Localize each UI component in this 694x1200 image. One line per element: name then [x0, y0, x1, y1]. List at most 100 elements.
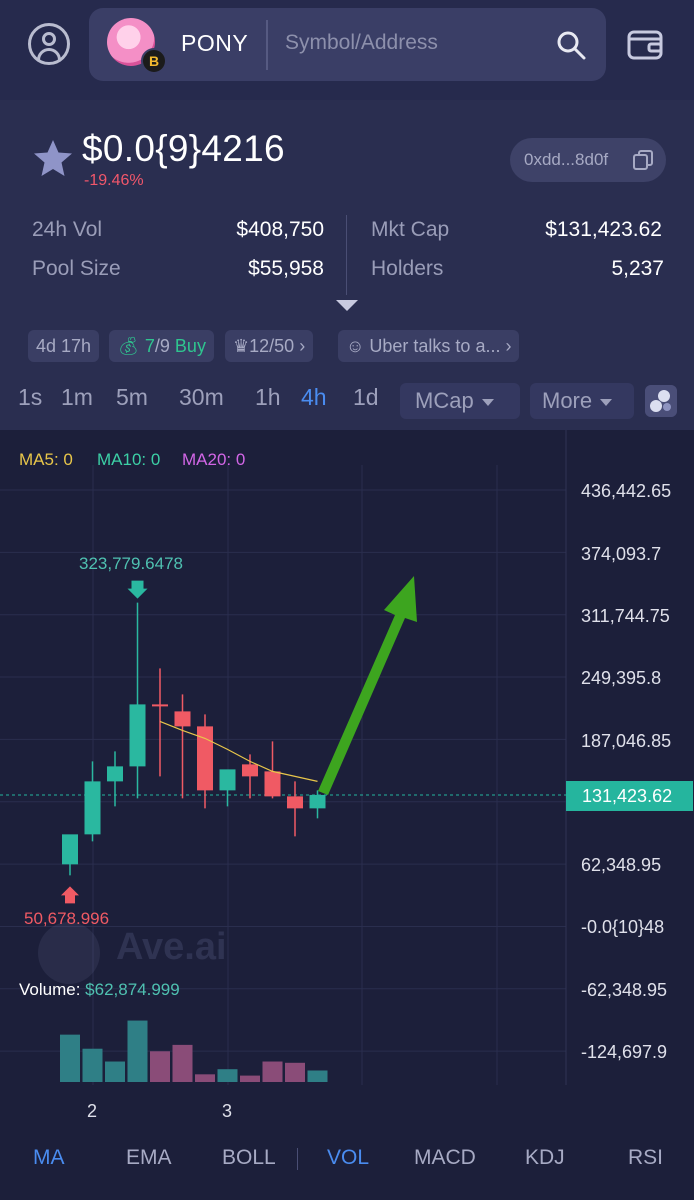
volume-bar [172, 1044, 193, 1082]
price-chart[interactable]: MA5: 0 MA10: 0 MA20: 0 Ave.ai Volume: $6… [0, 430, 694, 1130]
buy-label: Buy [174, 336, 206, 356]
buy-count: 7 [144, 336, 155, 356]
volume-value: $62,874.999 [85, 980, 180, 999]
search-icon[interactable] [556, 30, 586, 60]
y-axis-label: 187,046.85 [581, 731, 672, 751]
candle-body [287, 796, 303, 809]
y-axis-label: -124,697.9 [581, 1042, 668, 1062]
ma5-legend: MA5: 0 [19, 450, 73, 469]
y-axis-label: -0.0{10}48 [581, 917, 665, 937]
timeframe-1s[interactable]: 1s [18, 384, 42, 411]
mcap-dropdown[interactable]: MCap [400, 383, 520, 419]
timeframe-5m[interactable]: 5m [116, 384, 148, 411]
favorite-star-icon[interactable] [32, 138, 74, 178]
volume-label-text: Volume: [19, 980, 81, 999]
indicator-tab-boll[interactable]: BOLL [222, 1146, 276, 1170]
volume-legend: Volume: $62,874.999 [19, 980, 180, 1000]
token-age-tag[interactable]: 4d 17h [28, 330, 100, 362]
volume-bar [82, 1048, 103, 1082]
vol-value: $408,750 [236, 218, 324, 241]
token-search-bar[interactable]: B PONY [89, 8, 606, 81]
collapse-chevron-icon[interactable] [336, 300, 358, 311]
crown-icon: ♛ [233, 336, 250, 356]
caret-down-icon [600, 398, 613, 406]
ma5-line [159, 720, 318, 782]
volume-bar [285, 1062, 305, 1082]
chevron-right-icon: › [299, 336, 306, 356]
rank-value: 12/50 [249, 336, 295, 356]
timeframe-30m[interactable]: 30m [179, 384, 224, 411]
stats-divider [346, 215, 347, 295]
search-input[interactable] [285, 26, 535, 60]
indicator-tabs: MA EMA BOLL VOL MACD KDJ RSI [0, 1130, 694, 1200]
more-label: More [542, 388, 593, 413]
mcap-label: MCap [415, 388, 474, 413]
y-axis-label: 436,442.65 [581, 481, 672, 501]
indicator-tab-kdj[interactable]: KDJ [525, 1146, 565, 1170]
y-axis-label: 62,348.95 [581, 855, 662, 875]
timeframe-1h[interactable]: 1h [255, 384, 281, 411]
news-text: Uber talks to a... [369, 336, 501, 356]
volume-bar [105, 1061, 125, 1082]
current-price-tag: 131,423.62 [566, 781, 693, 811]
chevron-right-icon: › [505, 336, 512, 356]
candle-body [107, 766, 123, 782]
volume-bar [60, 1034, 80, 1082]
y-axis-label: 249,395.8 [581, 668, 662, 688]
bnb-chain-icon: B [141, 48, 167, 74]
min-price-label: 50,678.996 [24, 909, 110, 928]
timeframe-1d[interactable]: 1d [353, 384, 379, 411]
chart-canvas[interactable] [0, 430, 694, 1130]
y-axis-label: 311,744.75 [581, 606, 670, 626]
token-price: $0.0{9}4216 [82, 128, 285, 169]
search-divider [266, 20, 268, 70]
candle-body [264, 771, 281, 797]
candle-body [129, 704, 146, 767]
contract-address-pill[interactable]: 0xdd...8d0f [510, 138, 666, 182]
timeframe-1m[interactable]: 1m [61, 384, 93, 411]
watermark-text: Ave.ai [116, 926, 227, 968]
indicator-tab-ma[interactable]: MA [33, 1146, 65, 1170]
chart-settings-icon[interactable] [645, 385, 677, 417]
price-change: -19.46% [84, 172, 144, 189]
candle-body [242, 764, 258, 777]
max-price-arrow [127, 580, 148, 599]
candle-body [174, 711, 191, 727]
wallet-icon[interactable] [627, 28, 663, 60]
min-price-arrow [61, 886, 79, 904]
pool-size-value: $55,958 [248, 257, 324, 280]
money-bag-icon: 💰︎ [117, 336, 140, 356]
user-icon[interactable] [28, 23, 70, 65]
buy-total: /9 [154, 336, 170, 356]
token-symbol[interactable]: PONY [181, 30, 248, 57]
x-axis-label: 2 [87, 1101, 98, 1121]
indicator-tab-macd[interactable]: MACD [414, 1146, 476, 1170]
vol-label: 24h Vol [32, 218, 103, 241]
ma10-legend: MA10: 0 [97, 450, 161, 469]
indicator-tab-vol[interactable]: VOL [327, 1146, 369, 1170]
token-header: $0.0{9}4216 -19.46% 0xdd...8d0f 24h Vol … [0, 100, 694, 430]
mkt-cap-label: Mkt Cap [371, 218, 450, 241]
holders-label: Holders [371, 257, 444, 280]
candle-body [219, 769, 236, 791]
indicator-tab-rsi[interactable]: RSI [628, 1146, 663, 1170]
buy-ratio-tag[interactable]: 💰︎ 7/9 Buy [109, 330, 214, 362]
candle-body [309, 794, 326, 809]
news-tag[interactable]: ☺ Uber talks to a... › [338, 330, 520, 362]
copy-icon[interactable] [632, 149, 654, 171]
holders-value: 5,237 [611, 257, 664, 280]
indicator-tab-ema[interactable]: EMA [126, 1146, 172, 1170]
volume-bar [127, 1020, 148, 1082]
candle-body [62, 834, 78, 865]
ave-logo-icon [38, 922, 100, 984]
top-bar: B PONY [0, 0, 694, 100]
volume-bar [240, 1075, 260, 1082]
x-axis-label: 3 [222, 1101, 233, 1121]
volume-bar [217, 1069, 238, 1082]
rank-tag[interactable]: ♛12/50 › [225, 330, 314, 362]
indicator-divider [297, 1148, 298, 1170]
contract-address: 0xdd...8d0f [524, 150, 609, 169]
timeframe-4h[interactable]: 4h [301, 384, 327, 411]
volume-bar [150, 1051, 170, 1082]
more-dropdown[interactable]: More [530, 383, 634, 419]
